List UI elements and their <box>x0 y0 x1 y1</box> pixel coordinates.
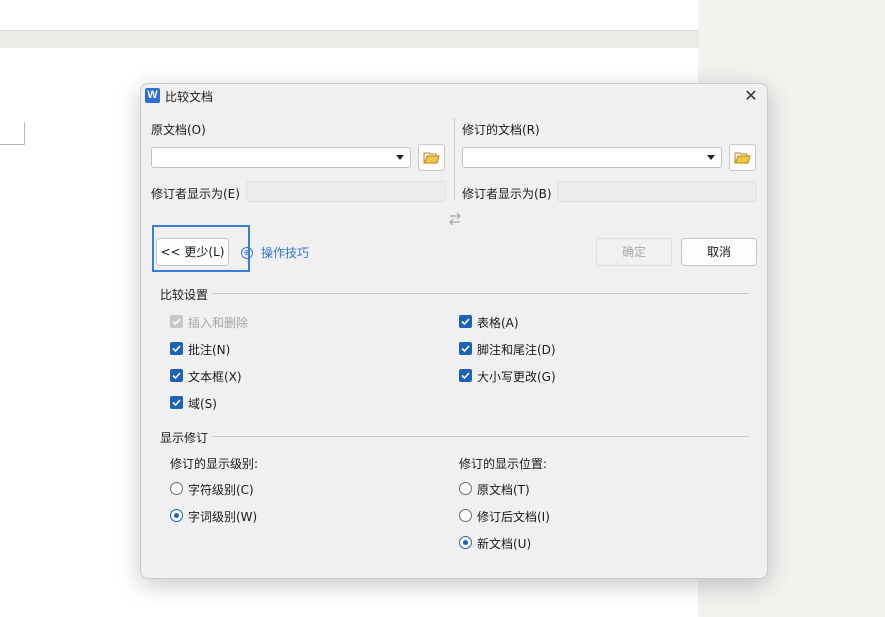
display-position-label: 修订的显示位置: <box>459 457 548 471</box>
original-author-label: 修订者显示为(E) <box>151 187 240 201</box>
insert-delete-checkbox <box>170 315 183 328</box>
original-browse-button[interactable] <box>418 144 445 171</box>
dialog-titlebar[interactable]: W 比较文档 ✕ <box>141 84 767 108</box>
fields-label[interactable]: 域(S) <box>188 395 217 412</box>
chevron-down-icon <box>707 155 715 160</box>
word-app-icon: W <box>145 88 160 103</box>
revised-doc-select[interactable] <box>462 147 722 168</box>
folder-open-icon <box>734 152 751 164</box>
original-doc-label: 原文档(O) <box>151 123 206 137</box>
column-divider <box>454 118 455 200</box>
tables-label[interactable]: 表格(A) <box>477 314 519 331</box>
checkbox-check-icon <box>172 399 181 407</box>
close-icon[interactable]: ✕ <box>741 86 761 106</box>
original-author-field <box>246 181 446 202</box>
checkbox-check-icon <box>461 345 470 353</box>
insert-delete-label: 插入和删除 <box>188 316 249 330</box>
textbox-label[interactable]: 文本框(X) <box>188 368 242 385</box>
dialog-title: 比较文档 <box>165 90 214 104</box>
less-button[interactable]: << 更少(L) <box>156 238 229 266</box>
tables-checkbox[interactable] <box>459 315 472 328</box>
word-level-label[interactable]: 字词级别(W) <box>188 508 257 525</box>
word-level-radio[interactable] <box>170 509 183 522</box>
footnotes-checkbox[interactable] <box>459 342 472 355</box>
checkbox-check-icon <box>461 318 470 326</box>
tips-icon[interactable]: ⊕ <box>241 247 253 259</box>
footnotes-label[interactable]: 脚注和尾注(D) <box>477 341 556 358</box>
checkbox-check-icon <box>461 372 470 380</box>
revised-doc-radio[interactable] <box>459 509 472 522</box>
revised-doc-option-label[interactable]: 修订后文档(I) <box>477 508 550 525</box>
tips-link[interactable]: 操作技巧 <box>261 244 309 261</box>
display-level-label: 修订的显示级别: <box>170 457 259 471</box>
chevron-down-icon <box>396 155 404 160</box>
ok-button[interactable]: 确定 <box>596 238 672 266</box>
previous-page <box>0 0 698 31</box>
revised-browse-button[interactable] <box>729 144 756 171</box>
compare-settings-title: 比较设置 <box>160 288 209 302</box>
case-changes-checkbox[interactable] <box>459 369 472 382</box>
comments-label[interactable]: 批注(N) <box>188 341 230 358</box>
character-level-radio[interactable] <box>170 482 183 495</box>
revised-author-label: 修订者显示为(B) <box>462 187 552 201</box>
checkbox-check-icon <box>172 318 181 326</box>
new-doc-option-label[interactable]: 新文档(U) <box>477 535 531 552</box>
folder-open-icon <box>423 152 440 164</box>
show-revisions-title: 显示修订 <box>160 431 209 445</box>
original-doc-option-label[interactable]: 原文档(T) <box>477 481 530 498</box>
revised-author-field <box>557 181 757 202</box>
compare-documents-dialog: W 比较文档 ✕ 原文档(O) 修订者显示为(E) 修订的文档(R) 修订者显示… <box>140 83 768 579</box>
original-doc-radio[interactable] <box>459 482 472 495</box>
cancel-button[interactable]: 取消 <box>681 238 757 266</box>
textbox-checkbox[interactable] <box>170 369 183 382</box>
checkbox-check-icon <box>172 345 181 353</box>
revised-doc-label: 修订的文档(R) <box>462 123 540 137</box>
fields-checkbox[interactable] <box>170 396 183 409</box>
group-divider <box>213 293 749 294</box>
new-doc-radio[interactable] <box>459 536 472 549</box>
swap-icon[interactable] <box>448 212 462 226</box>
case-changes-label[interactable]: 大小写更改(G) <box>477 368 556 385</box>
character-level-label[interactable]: 字符级别(C) <box>188 481 254 498</box>
checkbox-check-icon <box>172 372 181 380</box>
group-divider <box>213 436 749 437</box>
page-margin-marker <box>0 122 25 145</box>
comments-checkbox[interactable] <box>170 342 183 355</box>
original-doc-select[interactable] <box>151 147 411 168</box>
